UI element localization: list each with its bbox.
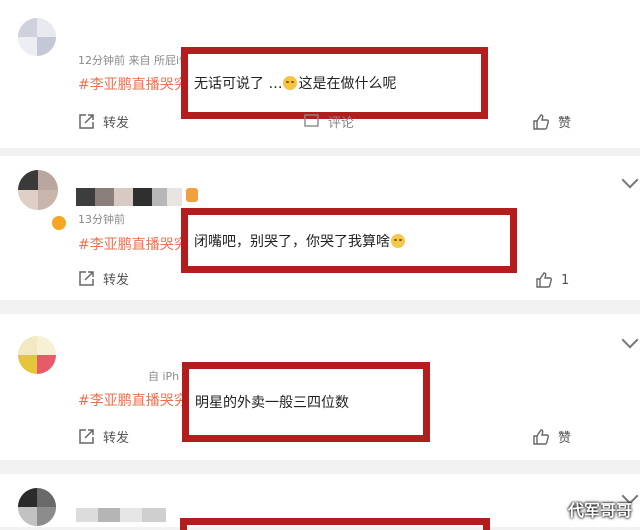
like-icon (532, 113, 550, 131)
comment-card-1: 12分钟前 来自 所屁i恢美 #李亚鹏直播哭穷 无话可说了 … 这是在做什么呢 … (0, 0, 640, 148)
username-redacted[interactable] (76, 188, 182, 206)
chevron-down-icon[interactable] (621, 171, 639, 189)
hashtag-link[interactable]: #李亚鹏直播哭穷 (78, 393, 188, 409)
highlight-box: 闭嘴吧，别哭了，你哭了我算啥 (181, 208, 517, 273)
avatar[interactable] (18, 170, 58, 210)
like-button[interactable]: 赞 (532, 427, 571, 446)
username-redacted[interactable] (76, 508, 166, 522)
level-badge-icon (186, 188, 198, 202)
comment-card-4 (0, 474, 640, 530)
chevron-down-icon[interactable] (621, 331, 639, 349)
highlight-box (180, 518, 490, 530)
repost-icon (78, 428, 95, 445)
repost-button[interactable]: 转发 (78, 112, 129, 131)
highlight-box: 明星的外卖一般三四位数 (182, 362, 430, 442)
hashtag-link[interactable]: #李亚鹏直播哭穷 (78, 77, 188, 93)
comment-card-3: 自 iPh 客户端 #李亚鹏直播哭穷 明星的外卖一般三四位数 转发 赞 (0, 314, 640, 460)
repost-icon (78, 113, 95, 130)
comment-button[interactable]: 评论 (303, 112, 354, 131)
comment-text: #李亚鹏直播哭穷 (78, 390, 188, 410)
repost-icon (78, 270, 95, 287)
avatar[interactable] (18, 18, 56, 56)
repost-button[interactable]: 转发 (78, 269, 129, 288)
like-icon (535, 271, 553, 289)
highlight-text: 无话可说了 … (194, 76, 283, 92)
like-count: 1 (561, 272, 570, 288)
avatar[interactable] (18, 336, 56, 374)
watermark: 代军哥哥 (567, 501, 632, 520)
time-source: 13分钟前 (78, 213, 125, 226)
highlight-text: 闭嘴吧，别哭了，你哭了我算啥 (194, 233, 390, 250)
highlight-text-tail: 这是在做什么呢 (298, 76, 397, 92)
avatar[interactable] (18, 488, 56, 526)
highlight-box: 无话可说了 … 这是在做什么呢 (181, 47, 488, 119)
like-icon (532, 428, 550, 446)
like-button[interactable]: 1 (535, 271, 569, 289)
verified-badge-icon (50, 214, 68, 232)
repost-button[interactable]: 转发 (78, 427, 129, 446)
comment-card-2: 13分钟前 #李亚鹏直播哭穷 闭嘴吧，别哭了，你哭了我算啥 转发 1 (0, 156, 640, 300)
hashtag-link[interactable]: #李亚鹏直播哭穷 (78, 237, 188, 253)
emoji-icon (283, 76, 298, 90)
comment-text: #李亚鹏直播哭穷 (78, 234, 188, 254)
comment-text: #李亚鹏直播哭穷 (78, 74, 188, 94)
comment-icon (303, 113, 320, 130)
crying-laugh-emoji-icon (391, 233, 405, 248)
like-button[interactable]: 赞 (532, 112, 571, 131)
highlight-text: 明星的外卖一般三四位数 (195, 395, 349, 411)
